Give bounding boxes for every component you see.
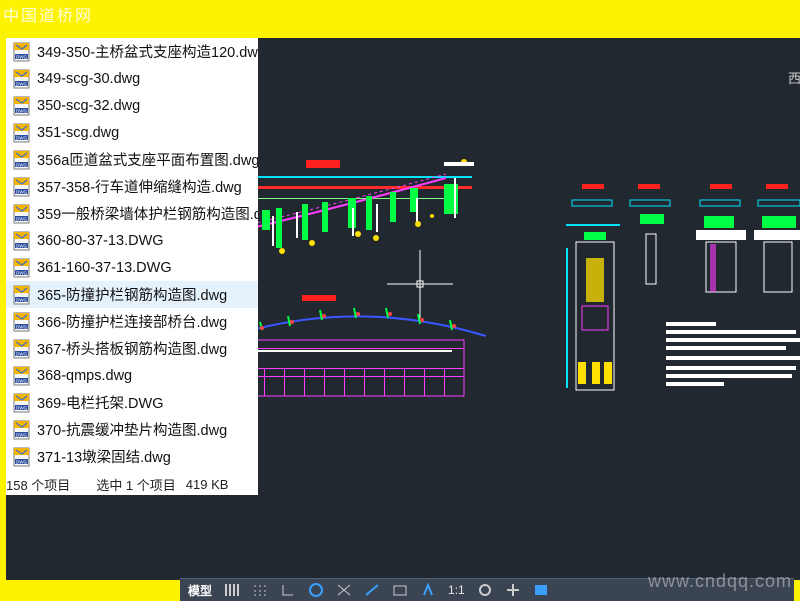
svg-text:DWG: DWG xyxy=(16,189,27,194)
svg-text:DWG: DWG xyxy=(16,351,27,356)
dwg-file-icon: DWG xyxy=(13,177,31,197)
title-bar: 中国道桥网 xyxy=(0,0,800,38)
file-name: 350-scg-32.dwg xyxy=(37,97,141,114)
polar-icon[interactable] xyxy=(308,583,324,597)
file-row[interactable]: DWG 369-电栏托架.DWG xyxy=(6,389,258,416)
snap-icon[interactable] xyxy=(252,583,268,597)
elevation-drawing xyxy=(251,159,474,254)
file-row[interactable]: DWG 360-80-37-13.DWG xyxy=(6,227,258,254)
cad-drawing-area[interactable]: 西 DWG 349-350-主桥盆式支座构造120.dwg DWG 349-scg-3… xyxy=(6,38,800,580)
file-name: 349-scg-30.dwg xyxy=(37,70,141,87)
plan-drawing xyxy=(251,295,487,397)
file-name: 367-桥头搭板钢筋构造图.dwg xyxy=(37,342,228,358)
ortho-icon[interactable] xyxy=(280,583,296,597)
model-tab[interactable]: 模型 xyxy=(188,582,212,599)
dwg-file-icon: DWG xyxy=(13,96,31,116)
file-row[interactable]: DWG 349-scg-30.dwg xyxy=(6,65,258,92)
dwg-file-icon: DWG xyxy=(13,123,31,143)
gear-icon[interactable] xyxy=(477,583,493,597)
dwg-file-icon: DWG xyxy=(13,204,31,224)
file-row[interactable]: DWG 357-358-行车道伸缩缝构造.dwg xyxy=(6,173,258,200)
file-row[interactable]: DWG 351-scg.dwg xyxy=(6,119,258,146)
file-name: 360-80-37-13.DWG xyxy=(37,232,164,249)
svg-text:DWG: DWG xyxy=(16,270,27,275)
watermark-bottom: www.cndqq.com xyxy=(648,571,793,591)
file-name: 366-防撞护栏连接部桥台.dwg xyxy=(37,315,228,331)
file-name: 369-电栏托架.DWG xyxy=(37,396,164,412)
otrack-icon[interactable] xyxy=(364,583,380,597)
svg-text:DWG: DWG xyxy=(16,405,27,410)
file-row[interactable]: DWG 371-13墩梁固结.dwg xyxy=(6,443,258,470)
crosshair-cursor xyxy=(387,250,453,318)
file-name: 368-qmps.dwg xyxy=(37,367,133,384)
svg-text:DWG: DWG xyxy=(16,243,27,248)
plus-icon[interactable] xyxy=(505,583,521,597)
annotation-icon[interactable] xyxy=(420,583,436,597)
file-row[interactable]: DWG 365-防撞护栏钢筋构造图.dwg xyxy=(6,281,258,308)
dwg-file-icon: DWG xyxy=(13,231,31,251)
viewcube-label: 西 xyxy=(788,71,800,86)
file-row[interactable]: DWG 370-抗震缓冲垫片构造图.dwg xyxy=(6,416,258,443)
file-row[interactable]: DWG 361-160-37-13.DWG xyxy=(6,254,258,281)
dwg-file-icon: DWG xyxy=(13,366,31,386)
file-row[interactable]: DWG 367-桥头搭板钢筋构造图.dwg xyxy=(6,335,258,362)
dwg-file-icon: DWG xyxy=(13,258,31,278)
dwg-file-icon: DWG xyxy=(13,285,31,305)
dwg-file-icon: DWG xyxy=(13,150,31,170)
grid-icon[interactable] xyxy=(224,583,240,597)
file-row[interactable]: DWG 359一般桥梁墙体护栏钢筋构造图.dwg xyxy=(6,200,258,227)
dwg-file-icon: DWG xyxy=(13,393,31,413)
svg-text:DWG: DWG xyxy=(16,324,27,329)
svg-text:DWG: DWG xyxy=(16,432,27,437)
file-name: 370-抗震缓冲垫片构造图.dwg xyxy=(37,423,228,439)
file-name: 359一般桥梁墙体护栏钢筋构造图.dwg xyxy=(37,207,258,223)
lineweight-icon[interactable] xyxy=(392,583,408,597)
svg-text:DWG: DWG xyxy=(16,297,27,302)
osnap-icon[interactable] xyxy=(336,583,352,597)
file-name: 371-13墩梁固结.dwg xyxy=(37,450,171,466)
file-explorer-panel: DWG 349-350-主桥盆式支座构造120.dwg DWG 349-scg-30.… xyxy=(6,38,258,495)
svg-text:DWG: DWG xyxy=(16,162,27,167)
file-row[interactable]: DWG 366-防撞护栏连接部桥台.dwg xyxy=(6,308,258,335)
svg-text:DWG: DWG xyxy=(16,135,27,140)
selection-size: 419 KB xyxy=(185,477,229,492)
svg-text:DWG: DWG xyxy=(16,54,27,59)
svg-text:DWG: DWG xyxy=(16,81,27,86)
selection-count: 选中 1 个项目 xyxy=(96,478,176,493)
dwg-file-icon: DWG xyxy=(13,42,31,62)
svg-text:DWG: DWG xyxy=(16,108,27,113)
section-drawings xyxy=(566,184,800,391)
watermark-top: 中国道桥网 xyxy=(3,6,94,25)
file-row[interactable]: DWG 368-qmps.dwg xyxy=(6,362,258,389)
file-row[interactable]: DWG 356a匝道盆式支座平面布置图.dwg xyxy=(6,146,258,173)
file-name: 351-scg.dwg xyxy=(37,124,120,141)
file-name: 357-358-行车道伸缩缝构造.dwg xyxy=(37,180,242,196)
dwg-file-icon: DWG xyxy=(13,339,31,359)
svg-text:DWG: DWG xyxy=(16,378,27,383)
file-row[interactable]: DWG 349-350-主桥盆式支座构造120.dwg xyxy=(6,38,258,65)
file-list: DWG 349-350-主桥盆式支座构造120.dwg DWG 349-scg-30.… xyxy=(6,38,258,470)
file-name: 349-350-主桥盆式支座构造120.dwg xyxy=(37,45,258,61)
scale-label[interactable]: 1:1 xyxy=(448,583,465,597)
workspace-icon[interactable] xyxy=(533,583,549,597)
svg-text:DWG: DWG xyxy=(16,216,27,221)
dwg-file-icon: DWG xyxy=(13,447,31,467)
item-count: 158 个项目 xyxy=(6,478,71,493)
explorer-status-bar: 158 个项目 选中 1 个项目 419 KB xyxy=(6,474,258,495)
file-name: 365-防撞护栏钢筋构造图.dwg xyxy=(37,288,228,304)
dwg-file-icon: DWG xyxy=(13,420,31,440)
file-name: 361-160-37-13.DWG xyxy=(37,259,172,276)
dwg-file-icon: DWG xyxy=(13,69,31,89)
file-row[interactable]: DWG 350-scg-32.dwg xyxy=(6,92,258,119)
svg-text:DWG: DWG xyxy=(16,459,27,464)
file-name: 356a匝道盆式支座平面布置图.dwg xyxy=(37,153,258,169)
dwg-file-icon: DWG xyxy=(13,312,31,332)
